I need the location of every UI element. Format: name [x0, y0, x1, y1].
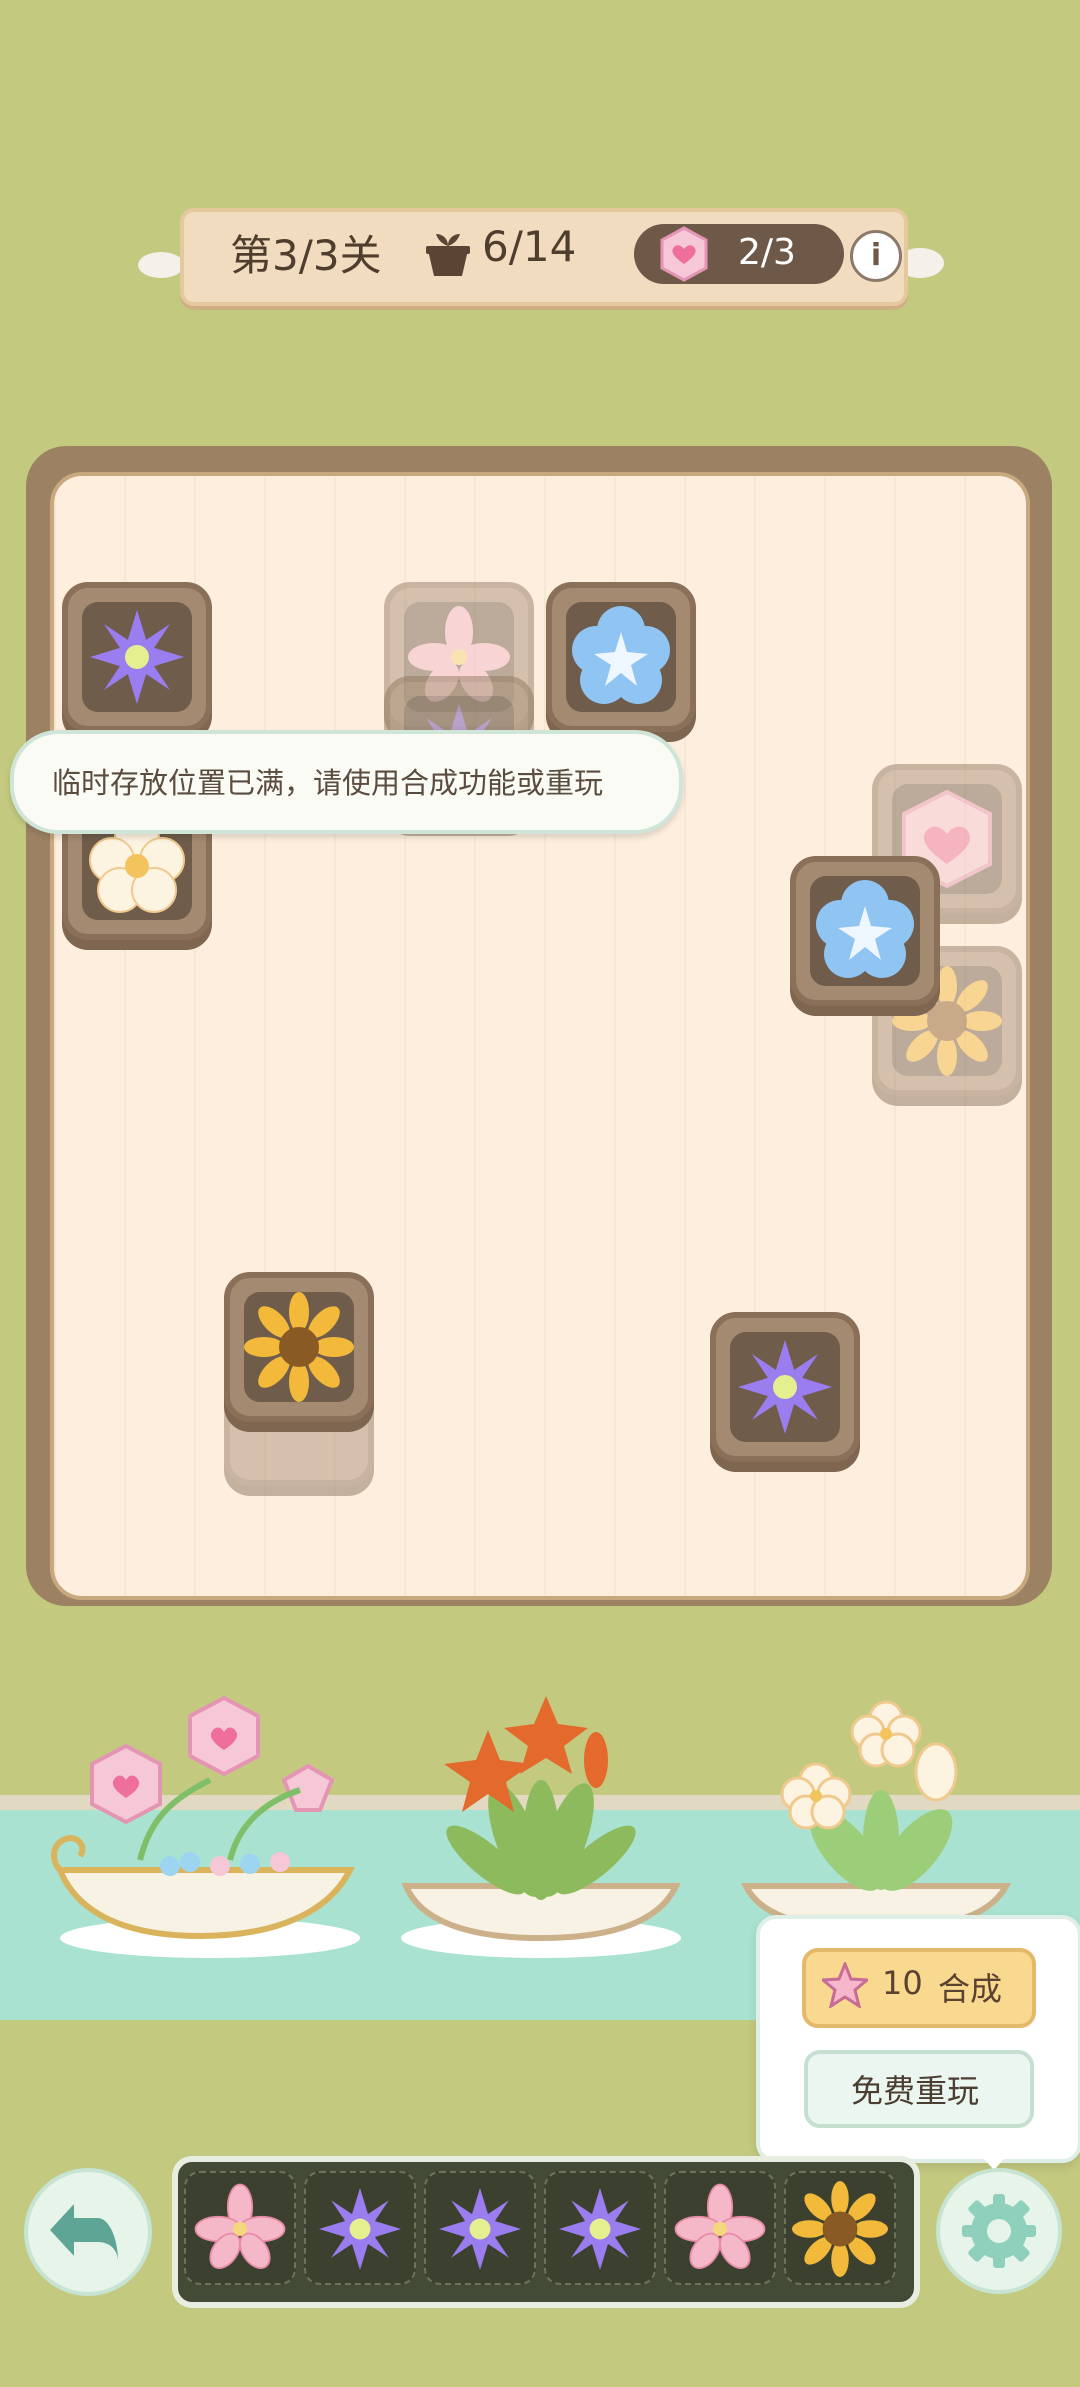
info-button[interactable]: i [850, 230, 902, 282]
undo-button[interactable] [24, 2168, 152, 2296]
tray-slot-pink-lily[interactable] [184, 2171, 296, 2285]
purple-clematis-icon [318, 2187, 402, 2271]
pink-star-icon [822, 1962, 868, 2008]
merge-label: 合成 [938, 1970, 1003, 2008]
pink-lily-icon [194, 2183, 286, 2269]
gem-count-label: 2/3 [738, 232, 796, 273]
tray-slot-purple-clematis[interactable] [304, 2171, 416, 2285]
gear-icon [962, 2194, 1036, 2268]
merge-cost-label: 10 [882, 1964, 923, 2002]
tile-sunflower[interactable] [224, 1272, 374, 1422]
sunflower-icon [792, 2181, 888, 2277]
settings-button[interactable] [936, 2168, 1062, 2294]
purple-clematis-icon [90, 610, 184, 704]
tray-slot-pink-lily[interactable] [664, 2171, 776, 2285]
purple-clematis-icon [558, 2187, 642, 2271]
tile-purple-clematis[interactable] [62, 582, 212, 732]
tray-slot-purple-clematis[interactable] [424, 2171, 536, 2285]
collected-progress-label: 6/14 [482, 222, 577, 271]
purple-clematis-icon [438, 2187, 522, 2271]
pink-heart-gem-icon [660, 226, 708, 282]
blue-star-flower-icon [816, 880, 914, 978]
undo-arrow-icon [50, 2204, 118, 2262]
tray-slot-sunflower[interactable] [784, 2171, 896, 2285]
tray-slot-purple-clematis[interactable] [544, 2171, 656, 2285]
flower-pot-icon [426, 234, 470, 276]
tile-purple-clematis[interactable] [710, 1312, 860, 1462]
level-label: 第3/3关 [230, 231, 382, 280]
purple-clematis-icon [738, 1340, 832, 1434]
sunflower-icon [244, 1292, 354, 1402]
blue-star-flower-icon [572, 606, 670, 704]
free-replay-label: 免费重玩 [850, 2072, 979, 2110]
cloud-decor-left [138, 252, 184, 278]
boat-pink-heart-gem [51, 1695, 360, 1958]
pink-lily-icon [674, 2183, 766, 2269]
tile-blue-star-flower[interactable] [546, 582, 696, 732]
tile-blue-star-flower[interactable] [790, 856, 940, 1006]
boat-white-plum-blossom [741, 1700, 1012, 1930]
boat-orange-lily [401, 1696, 681, 1958]
storage-full-message: 临时存放位置已满，请使用合成功能或重玩 [52, 766, 604, 800]
